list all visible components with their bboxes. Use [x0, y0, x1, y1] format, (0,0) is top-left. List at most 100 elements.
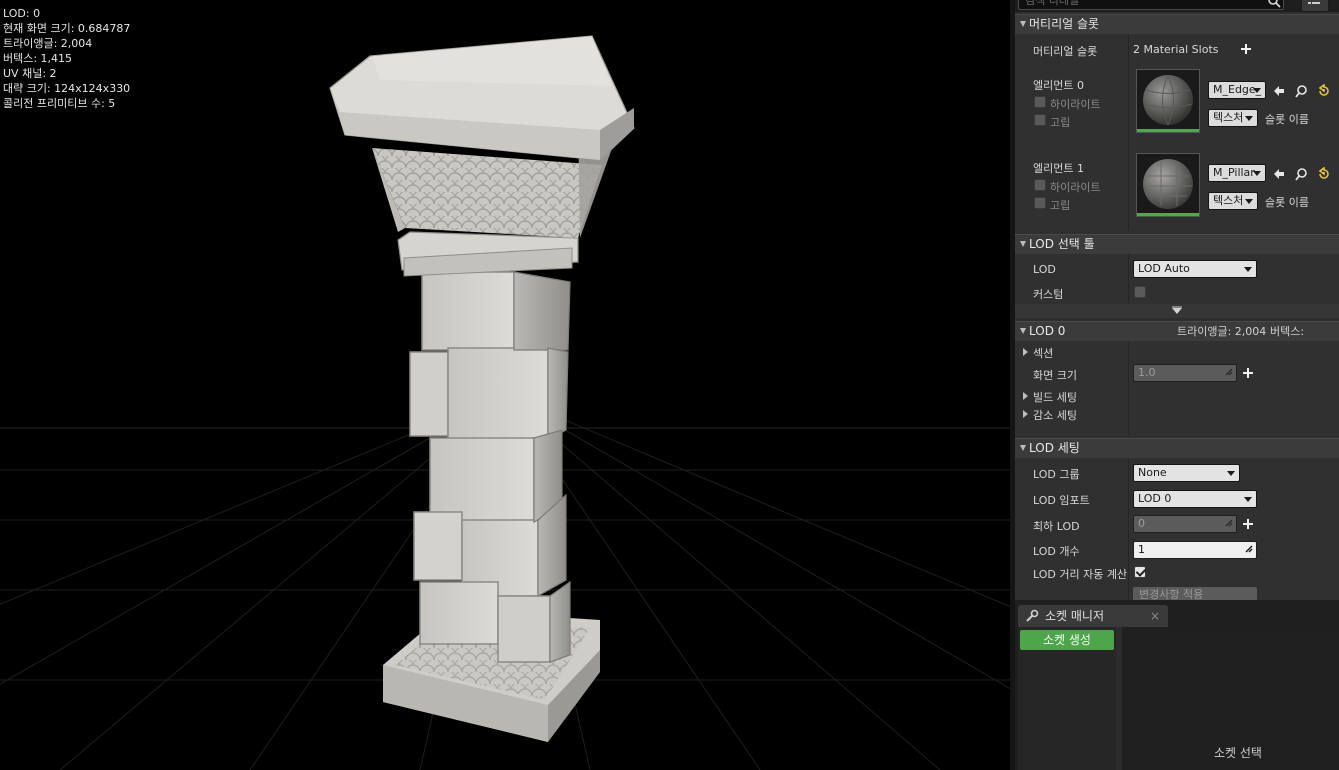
- material-sphere-preview: [1143, 159, 1193, 209]
- expand-arrow-icon[interactable]: [1023, 410, 1028, 418]
- lod-count-label: LOD 개수: [1033, 545, 1080, 558]
- reset-to-default-icon[interactable]: [1317, 167, 1331, 181]
- stone-pillar-mesh[interactable]: [0, 0, 1010, 770]
- lod-picker-section: LOD LOD Auto 커스텀: [1015, 254, 1339, 318]
- lod-settings-section: LOD 그룹 None LOD 임포트 LOD 0 최하 LOD 0 LOD 개…: [1015, 458, 1339, 600]
- column-divider: [1128, 458, 1129, 600]
- use-selected-arrow-icon[interactable]: [1272, 167, 1286, 181]
- auto-compute-distances-checkbox[interactable]: [1134, 566, 1146, 578]
- sections-label: 섹션: [1033, 347, 1054, 360]
- element-0-isolate-checkbox[interactable]: [1034, 114, 1046, 126]
- element-1-isolate-checkbox[interactable]: [1034, 197, 1046, 209]
- resize-grip-icon: [1225, 368, 1233, 376]
- element-0-highlight-label: 하이라이트: [1050, 98, 1101, 111]
- element-0-texture-label: 텍스처: [1213, 111, 1244, 124]
- advanced-expander[interactable]: [1015, 304, 1339, 318]
- lod-import-label: LOD 임포트: [1033, 494, 1090, 507]
- element-0-highlight-checkbox[interactable]: [1034, 96, 1046, 108]
- stat-collision-primitives: 콜리전 프리미티브 수: 5: [3, 97, 116, 110]
- column-divider: [1128, 34, 1129, 230]
- element-1-isolate-label: 고립: [1050, 199, 1071, 212]
- reduction-settings-label: 감소 세팅: [1033, 409, 1077, 422]
- thumbnail-indicator: [1137, 213, 1199, 216]
- material-sphere-preview: [1143, 74, 1193, 126]
- dropdown-arrow-icon: [1227, 471, 1235, 476]
- stat-screen-size: 현재 화면 크기: 0.684787: [3, 22, 131, 35]
- view-options-button[interactable]: [1301, 0, 1329, 12]
- element-1-highlight-checkbox[interactable]: [1034, 179, 1046, 191]
- lod0-section: 섹션 화면 크기 1.0 빌드 세팅 감소 세팅: [1015, 341, 1339, 434]
- resize-grip-icon: [1245, 545, 1253, 553]
- tab-socket-manager[interactable]: 소켓 매니저 ×: [1018, 605, 1168, 627]
- lod-count-field[interactable]: 1: [1133, 541, 1257, 559]
- element-0-texture-dropdown[interactable]: 텍스처: [1208, 109, 1258, 127]
- build-settings-label: 빌드 세팅: [1033, 391, 1077, 404]
- element-1-texture-label: 텍스처: [1213, 194, 1244, 207]
- column-divider: [1128, 254, 1129, 304]
- stat-vertices: 버텍스: 1,415: [3, 52, 73, 65]
- viewport[interactable]: LOD: 0 현재 화면 크기: 0.684787 트라이앵글: 2,004 버…: [0, 0, 1010, 770]
- add-screen-size-button[interactable]: [1243, 368, 1253, 378]
- category-lod-settings[interactable]: LOD 세팅: [1015, 438, 1339, 458]
- dropdown-arrow-icon: [1253, 171, 1261, 176]
- collapse-arrow-icon: [1020, 328, 1026, 334]
- element-0-material-picker[interactable]: M_Edge_: [1208, 81, 1266, 99]
- lod-label: LOD: [1033, 263, 1056, 276]
- add-min-lod-button[interactable]: [1243, 519, 1253, 529]
- category-material-slots[interactable]: 머티리얼 슬롯: [1015, 14, 1339, 34]
- collapse-arrow-icon: [1020, 21, 1026, 27]
- element-1-material-thumbnail[interactable]: [1136, 153, 1200, 217]
- material-slots-section: 머티리얼 슬롯 2 Material Slots 엘리먼트 0 하이라이트 고립…: [1015, 34, 1339, 230]
- lod-import-value: LOD 0: [1138, 492, 1172, 505]
- use-selected-arrow-icon[interactable]: [1272, 84, 1286, 98]
- dropdown-arrow-icon: [1245, 199, 1253, 204]
- apply-changes-button[interactable]: 변경사항 적용: [1133, 587, 1257, 600]
- element-1-texture-dropdown[interactable]: 텍스처: [1208, 192, 1258, 210]
- add-material-slot-button[interactable]: [1241, 44, 1251, 54]
- select-socket-hint: 소켓 선택: [1214, 746, 1262, 760]
- category-lod0[interactable]: LOD 0 트라이앵글: 2,004 버텍스: 1,415: [1015, 321, 1339, 357]
- lod-group-dropdown[interactable]: None: [1133, 464, 1240, 482]
- browse-asset-icon[interactable]: [1295, 84, 1309, 98]
- element-1-material-name: M_Pillar: [1213, 166, 1255, 179]
- resize-grip-icon: [1225, 519, 1233, 527]
- socket-details: 소켓 선택: [1122, 627, 1339, 770]
- element-1-material-picker[interactable]: M_Pillar: [1208, 164, 1266, 182]
- lod0-triangles: 트라이앵글: 2,004: [1177, 325, 1267, 338]
- collapse-arrow-icon: [1020, 241, 1026, 247]
- grid-view-icon: [1308, 2, 1320, 4]
- dropdown-arrow-icon: [1244, 267, 1252, 272]
- stat-uv-channels: UV 채널: 2: [3, 67, 57, 80]
- lod-dropdown-value: LOD Auto: [1138, 262, 1190, 275]
- element-1-highlight-label: 하이라이트: [1050, 181, 1101, 194]
- expand-arrow-icon[interactable]: [1023, 392, 1028, 400]
- expand-arrow-icon[interactable]: [1023, 348, 1028, 356]
- element-0-isolate-label: 고립: [1050, 116, 1071, 129]
- category-lod-picker[interactable]: LOD 선택 툴: [1015, 234, 1339, 254]
- screen-size-field[interactable]: 1.0: [1133, 364, 1237, 382]
- element-0-material-thumbnail[interactable]: [1136, 69, 1200, 133]
- browse-asset-icon[interactable]: [1295, 167, 1309, 181]
- material-slots-count: 2 Material Slots: [1133, 43, 1219, 56]
- element-0-slot-name: 슬롯 이름: [1265, 113, 1309, 126]
- search-input[interactable]: 검색 디테일: [1018, 0, 1284, 10]
- create-socket-button[interactable]: 소켓 생성: [1020, 630, 1114, 650]
- lod-import-dropdown[interactable]: LOD 0: [1133, 490, 1257, 508]
- socket-manager-body: 소켓 생성 소켓 선택: [1018, 627, 1339, 770]
- close-tab-icon[interactable]: ×: [1150, 605, 1160, 627]
- auto-compute-distances-label: LOD 거리 자동 계산: [1033, 568, 1128, 581]
- lod-dropdown[interactable]: LOD Auto: [1133, 260, 1257, 278]
- min-lod-field[interactable]: 0: [1133, 515, 1237, 533]
- lod-group-label: LOD 그룹: [1033, 468, 1080, 481]
- reset-to-default-icon[interactable]: [1317, 84, 1331, 98]
- custom-lod-checkbox[interactable]: [1134, 286, 1146, 298]
- category-title: LOD 선택 툴: [1029, 237, 1095, 251]
- stat-triangles: 트라이앵글: 2,004: [3, 37, 93, 50]
- search-icon[interactable]: [1267, 0, 1281, 8]
- category-title: 머티리얼 슬롯: [1029, 17, 1100, 31]
- screen-size-value: 1.0: [1138, 366, 1156, 379]
- screen-size-label: 화면 크기: [1033, 369, 1077, 382]
- collapse-arrow-icon: [1020, 445, 1026, 451]
- socket-list[interactable]: 소켓 생성: [1018, 627, 1116, 770]
- viewport-stats-overlay: LOD: 0 현재 화면 크기: 0.684787 트라이앵글: 2,004 버…: [3, 6, 130, 111]
